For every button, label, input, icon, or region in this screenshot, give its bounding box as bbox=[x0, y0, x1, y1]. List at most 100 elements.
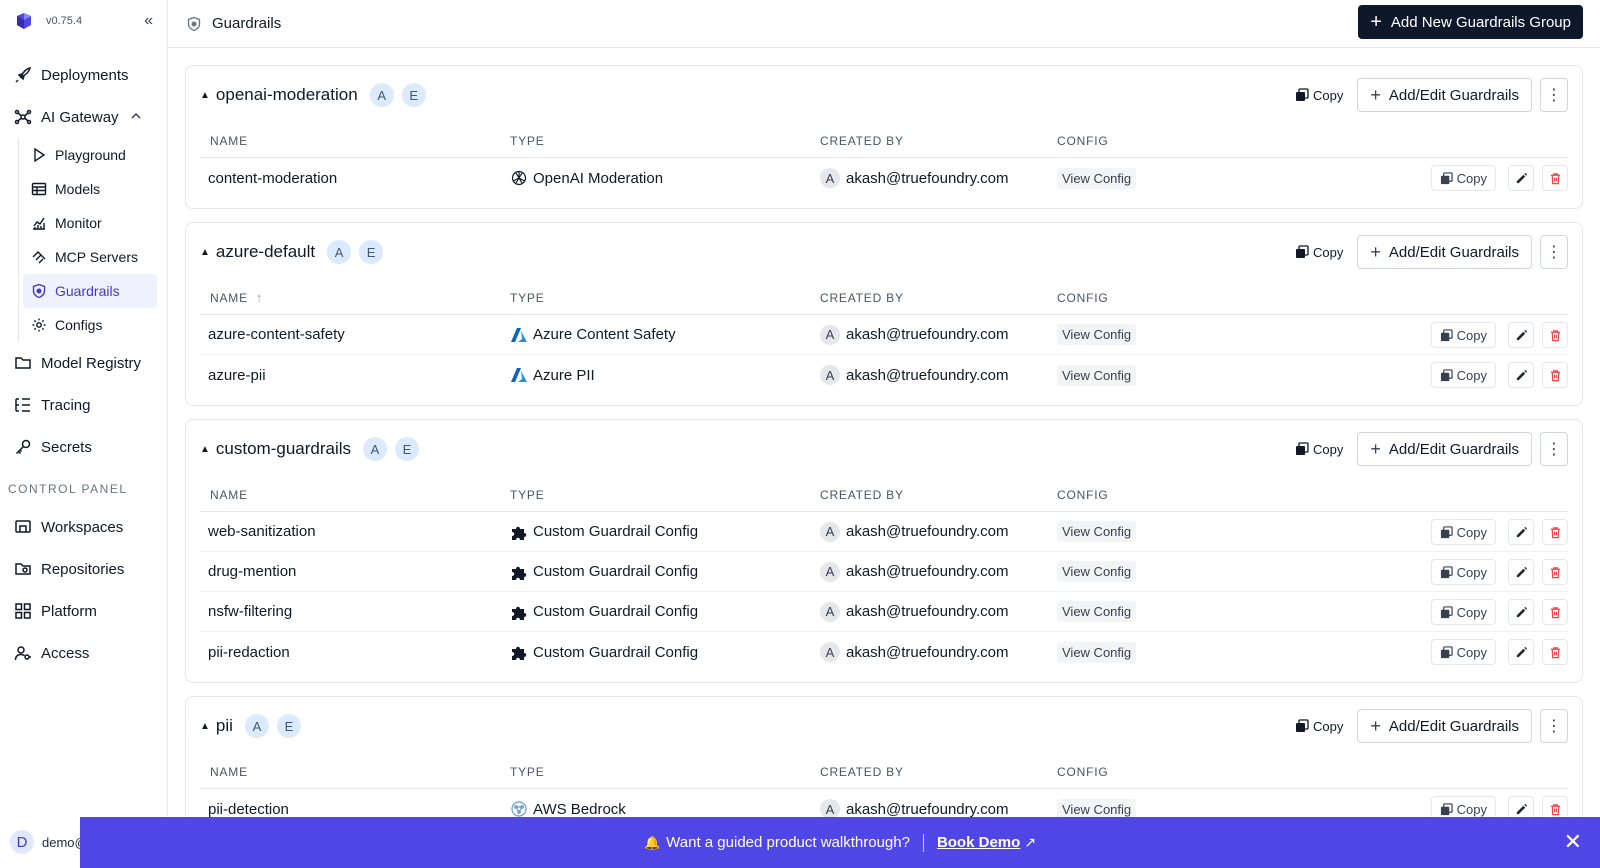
sidebar-item-label: Workspaces bbox=[41, 518, 124, 536]
more-options-icon[interactable]: ⋮ bbox=[1540, 432, 1568, 466]
guardrail-name: web-sanitization bbox=[208, 523, 316, 540]
column-header-name[interactable]: NAME bbox=[200, 765, 510, 779]
type-label: Custom Guardrail Config bbox=[533, 523, 699, 540]
sidebar-item-secrets[interactable]: Secrets bbox=[0, 426, 167, 468]
sidebar: v0.75.4 « Deployments AI Gateway Playgro… bbox=[0, 0, 168, 868]
more-options-icon[interactable]: ⋮ bbox=[1540, 235, 1568, 269]
view-config-button[interactable]: View Config bbox=[1057, 561, 1137, 582]
page-title: Guardrails bbox=[212, 15, 282, 32]
add-edit-guardrails-button[interactable]: + Add/Edit Guardrails bbox=[1357, 78, 1532, 112]
edit-icon[interactable] bbox=[1508, 165, 1534, 191]
column-header-name[interactable]: NAME bbox=[200, 488, 510, 502]
copy-row-button[interactable]: Copy bbox=[1430, 639, 1496, 665]
copy-label: Copy bbox=[1313, 87, 1344, 103]
sidebar-item-monitor[interactable]: Monitor bbox=[23, 206, 157, 240]
edit-icon[interactable] bbox=[1508, 599, 1534, 625]
workspace-icon bbox=[15, 520, 31, 533]
copy-label: Copy bbox=[1313, 244, 1344, 260]
sidebar-item-tracing[interactable]: Tracing bbox=[0, 384, 167, 426]
copy-row-button[interactable]: Copy bbox=[1430, 519, 1496, 545]
collapse-sidebar-icon[interactable]: « bbox=[144, 12, 153, 30]
copy-row-button[interactable]: Copy bbox=[1430, 599, 1496, 625]
plus-icon: + bbox=[1370, 438, 1381, 459]
copy-group-button[interactable]: Copy bbox=[1295, 88, 1343, 103]
view-config-button[interactable]: View Config bbox=[1057, 641, 1137, 663]
guardrails-group: ▲ custom-guardrails A E Copy + Add/Edit Guardr… bbox=[185, 419, 1583, 683]
column-label: NAME bbox=[210, 291, 248, 305]
copy-row-button[interactable]: Copy bbox=[1430, 322, 1496, 348]
caret-up-icon[interactable]: ▲ bbox=[200, 444, 210, 455]
edit-icon[interactable] bbox=[1508, 519, 1534, 545]
column-header-name[interactable]: NAME bbox=[200, 134, 510, 148]
edit-icon[interactable] bbox=[1508, 639, 1534, 665]
guardrails-group: ▲ azure-default A E Copy + Add/Edit Guardrails… bbox=[185, 222, 1583, 406]
view-config-button[interactable]: View Config bbox=[1057, 364, 1137, 386]
copy-row-button[interactable]: Copy bbox=[1430, 165, 1496, 191]
caret-up-icon[interactable]: ▲ bbox=[200, 721, 210, 732]
copy-group-button[interactable]: Copy bbox=[1295, 245, 1343, 260]
sidebar-item-models[interactable]: Models bbox=[23, 172, 157, 206]
column-header-type: TYPE bbox=[510, 290, 545, 305]
delete-icon[interactable] bbox=[1542, 165, 1568, 191]
sidebar-item-workspaces[interactable]: Workspaces bbox=[0, 506, 167, 548]
sidebar-item-access[interactable]: Access bbox=[0, 632, 167, 674]
add-edit-guardrails-button[interactable]: + Add/Edit Guardrails bbox=[1357, 432, 1532, 466]
sidebar-item-playground[interactable]: Playground bbox=[23, 138, 157, 172]
user-profile[interactable]: D demo@ bbox=[10, 830, 88, 854]
sidebar-item-ai-gateway[interactable]: AI Gateway bbox=[0, 96, 167, 138]
copy-icon bbox=[1295, 245, 1313, 259]
sidebar-item-repositories[interactable]: Repositories bbox=[0, 548, 167, 590]
sidebar-item-label: Platform bbox=[41, 602, 97, 620]
sidebar-item-platform[interactable]: Platform bbox=[0, 590, 167, 632]
sort-arrow-up-icon[interactable]: ↑ bbox=[256, 290, 263, 305]
copy-group-button[interactable]: Copy bbox=[1295, 442, 1343, 457]
type-label: Azure PII bbox=[533, 366, 595, 384]
edit-icon[interactable] bbox=[1508, 322, 1534, 348]
view-config-button[interactable]: View Config bbox=[1057, 167, 1137, 189]
caret-up-icon[interactable]: ▲ bbox=[200, 90, 210, 101]
copy-row-button[interactable]: Copy bbox=[1430, 559, 1496, 585]
sidebar-item-configs[interactable]: Configs bbox=[23, 308, 157, 342]
add-edit-guardrails-button[interactable]: + Add/Edit Guardrails bbox=[1357, 709, 1532, 743]
table-row: azure-content-safety Azure Content Safety… bbox=[200, 315, 1568, 355]
view-config-button[interactable]: View Config bbox=[1057, 324, 1137, 345]
column-header-type: TYPE bbox=[510, 133, 545, 148]
view-config-button[interactable]: View Config bbox=[1057, 521, 1137, 542]
ai-gateway-submenu: Playground Models Monitor MCP Servers Gu… bbox=[18, 138, 167, 342]
delete-icon[interactable] bbox=[1542, 639, 1568, 665]
edit-icon[interactable] bbox=[1508, 362, 1534, 388]
delete-icon[interactable] bbox=[1542, 599, 1568, 625]
view-config-button[interactable]: View Config bbox=[1057, 601, 1137, 622]
repository-icon bbox=[15, 563, 31, 575]
add-edit-guardrails-button[interactable]: + Add/Edit Guardrails bbox=[1357, 235, 1532, 269]
close-icon[interactable]: ✕ bbox=[1564, 829, 1582, 855]
delete-icon[interactable] bbox=[1542, 519, 1568, 545]
sidebar-item-mcp-servers[interactable]: MCP Servers bbox=[23, 240, 157, 274]
column-header-name[interactable]: NAME ↑ bbox=[200, 290, 510, 305]
copy-group-button[interactable]: Copy bbox=[1295, 719, 1343, 734]
column-header-type: TYPE bbox=[510, 764, 545, 779]
delete-icon[interactable] bbox=[1542, 362, 1568, 388]
add-new-guardrails-group-button[interactable]: + Add New Guardrails Group bbox=[1358, 5, 1583, 39]
sidebar-item-model-registry[interactable]: Model Registry bbox=[0, 342, 167, 384]
avatar: E bbox=[357, 238, 386, 266]
row-actions: Copy bbox=[1430, 362, 1568, 388]
guardrail-type: Azure Content Safety bbox=[510, 326, 820, 344]
avatar: E bbox=[393, 435, 422, 463]
copy-row-button[interactable]: Copy bbox=[1430, 362, 1496, 388]
more-options-icon[interactable]: ⋮ bbox=[1540, 78, 1568, 112]
more-options-icon[interactable]: ⋮ bbox=[1540, 709, 1568, 743]
avatar: A bbox=[820, 521, 840, 542]
sidebar-item-label: Access bbox=[41, 644, 90, 662]
sidebar-item-label: Monitor bbox=[55, 215, 102, 231]
caret-up-icon[interactable]: ▲ bbox=[200, 247, 210, 258]
column-header-config: CONFIG bbox=[1057, 290, 1109, 305]
sidebar-item-guardrails[interactable]: Guardrails bbox=[23, 274, 157, 308]
delete-icon[interactable] bbox=[1542, 322, 1568, 348]
book-demo-link[interactable]: Book Demo bbox=[937, 834, 1020, 851]
sidebar-item-deployments[interactable]: Deployments bbox=[0, 54, 167, 96]
copy-label: Copy bbox=[1456, 801, 1487, 817]
edit-icon[interactable] bbox=[1508, 559, 1534, 585]
creator-email: akash@truefoundry.com bbox=[846, 800, 1009, 818]
delete-icon[interactable] bbox=[1542, 559, 1568, 585]
